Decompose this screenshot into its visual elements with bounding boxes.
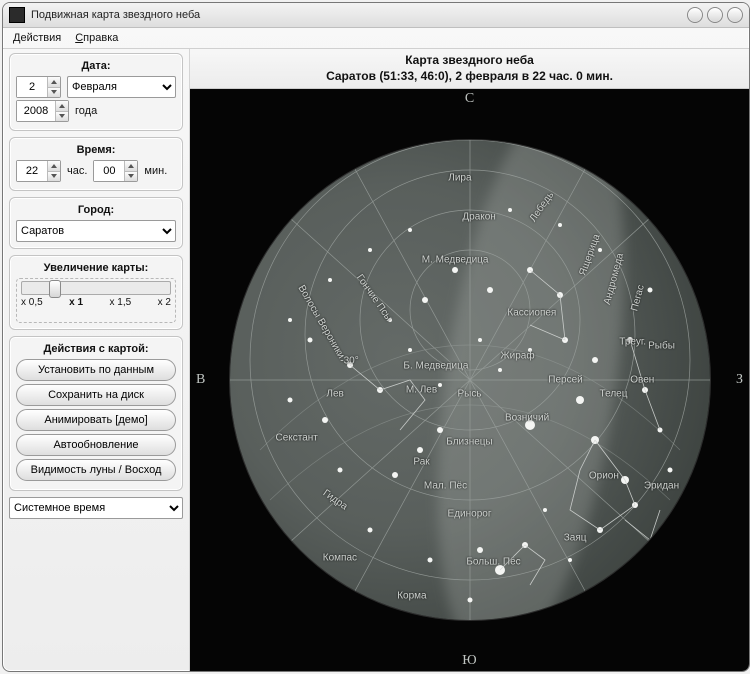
system-time-select[interactable]: Системное время bbox=[9, 497, 183, 519]
menu-actions[interactable]: Действия bbox=[13, 32, 61, 44]
zoom-tick: x 2 bbox=[158, 297, 171, 308]
hour-up-icon[interactable] bbox=[48, 161, 60, 172]
window-buttons bbox=[687, 7, 743, 23]
year-spinner[interactable] bbox=[16, 100, 69, 122]
map-canvas: С Ю В З bbox=[190, 89, 749, 671]
autoupdate-button[interactable]: Автообновление bbox=[16, 434, 176, 456]
map-subtitle: Саратов (51:33, 46:0), 2 февраля в 22 ча… bbox=[192, 69, 747, 85]
app-icon bbox=[9, 7, 25, 23]
zoom-tick: x 0,5 bbox=[21, 297, 43, 308]
date-group: Дата: Февраля bbox=[9, 53, 183, 131]
year-suffix: года bbox=[75, 105, 97, 117]
day-down-icon[interactable] bbox=[48, 88, 60, 98]
menubar: Действия Справка bbox=[3, 28, 749, 49]
zoom-group: Увеличение карты: x 0,5 x 1 x 1,5 x 2 bbox=[9, 255, 183, 330]
close-button[interactable] bbox=[727, 7, 743, 23]
main-panel: Карта звездного неба Саратов (51:33, 46:… bbox=[190, 49, 749, 671]
cardinal-east: В bbox=[196, 372, 205, 388]
zoom-tick: x 1,5 bbox=[110, 297, 132, 308]
set-by-data-button[interactable]: Установить по данным bbox=[16, 359, 176, 381]
sky-grid-icon bbox=[230, 140, 710, 620]
city-legend: Город: bbox=[16, 204, 176, 216]
hour-down-icon[interactable] bbox=[48, 172, 60, 182]
minute-suffix: мин. bbox=[144, 165, 167, 177]
date-legend: Дата: bbox=[16, 60, 176, 72]
moon-button[interactable]: Видимость луны / Восход bbox=[16, 459, 176, 481]
minute-spinner[interactable] bbox=[93, 160, 138, 182]
zoom-thumb[interactable] bbox=[49, 280, 61, 298]
cardinal-north: С bbox=[465, 91, 474, 107]
month-select[interactable]: Февраля bbox=[67, 76, 176, 98]
app-window: Подвижная карта звездного неба Действия … bbox=[2, 2, 750, 672]
hour-input[interactable] bbox=[17, 161, 47, 181]
cardinal-south: Ю bbox=[462, 653, 476, 669]
time-group: Время: час. bbox=[9, 137, 183, 191]
min-down-icon[interactable] bbox=[125, 172, 137, 182]
map-header: Карта звездного неба Саратов (51:33, 46:… bbox=[190, 49, 749, 89]
city-group: Город: Саратов bbox=[9, 197, 183, 249]
city-select[interactable]: Саратов bbox=[16, 220, 176, 242]
menu-help[interactable]: Справка bbox=[75, 32, 118, 44]
sky-chart[interactable]: Дракон М. Медведица Б. Медведица Кассиоп… bbox=[230, 140, 710, 620]
day-spinner[interactable] bbox=[16, 76, 61, 98]
animate-button[interactable]: Анимировать [демо] bbox=[16, 409, 176, 431]
maximize-button[interactable] bbox=[707, 7, 723, 23]
day-input[interactable] bbox=[17, 77, 47, 97]
titlebar: Подвижная карта звездного неба bbox=[3, 3, 749, 28]
window-title: Подвижная карта звездного неба bbox=[31, 9, 687, 21]
year-input[interactable] bbox=[17, 101, 55, 121]
zoom-slider[interactable]: x 0,5 x 1 x 1,5 x 2 bbox=[16, 278, 176, 323]
minimize-button[interactable] bbox=[687, 7, 703, 23]
save-button[interactable]: Сохранить на диск bbox=[16, 384, 176, 406]
actions-legend: Действия с картой: bbox=[16, 343, 176, 355]
year-down-icon[interactable] bbox=[56, 112, 68, 122]
min-up-icon[interactable] bbox=[125, 161, 137, 172]
content: Дата: Февраля bbox=[3, 49, 749, 671]
year-up-icon[interactable] bbox=[56, 101, 68, 112]
sidebar: Дата: Февраля bbox=[3, 49, 190, 671]
zoom-tick: x 1 bbox=[69, 297, 83, 308]
minute-input[interactable] bbox=[94, 161, 124, 181]
map-title: Карта звездного неба bbox=[192, 53, 747, 69]
hour-spinner[interactable] bbox=[16, 160, 61, 182]
actions-group: Действия с картой: Установить по данным … bbox=[9, 336, 183, 491]
time-legend: Время: bbox=[16, 144, 176, 156]
cardinal-west: З bbox=[736, 372, 743, 388]
zoom-legend: Увеличение карты: bbox=[16, 262, 176, 274]
hour-suffix: час. bbox=[67, 165, 87, 177]
day-up-icon[interactable] bbox=[48, 77, 60, 88]
